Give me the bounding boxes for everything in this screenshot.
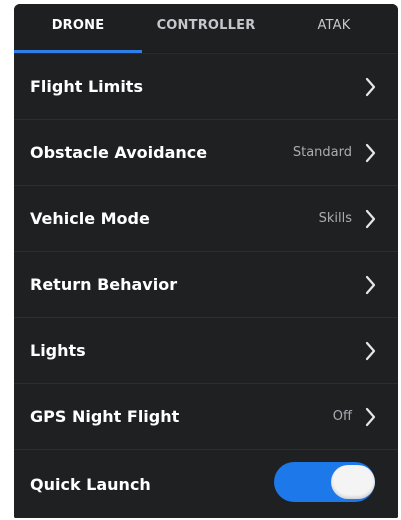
quick-launch-toggle[interactable]: [274, 462, 375, 502]
chevron-right-icon: [365, 209, 376, 229]
row-label: GPS Night Flight: [30, 407, 180, 426]
row-label: Obstacle Avoidance: [30, 143, 208, 162]
row-label: Return Behavior: [30, 275, 178, 294]
settings-row-quick-launch: Quick Launch: [14, 450, 398, 518]
tab-controller[interactable]: CONTROLLER: [142, 4, 270, 52]
settings-row-gps-night-flight[interactable]: GPS Night Flight Off: [14, 384, 398, 449]
settings-panel: DRONE CONTROLLER ATAK Flight Limits Obst…: [14, 4, 398, 518]
row-label: Lights: [30, 341, 86, 360]
chevron-right-icon: [365, 77, 376, 97]
settings-row-flight-limits[interactable]: Flight Limits: [14, 54, 398, 119]
row-label: Flight Limits: [30, 77, 143, 96]
chevron-right-icon: [365, 275, 376, 295]
settings-row-vehicle-mode[interactable]: Vehicle Mode Skills: [14, 186, 398, 251]
row-value: Skills: [318, 211, 352, 226]
tab-atak[interactable]: ATAK: [270, 4, 398, 52]
chevron-right-icon: [365, 341, 376, 361]
settings-row-return-behavior[interactable]: Return Behavior: [14, 252, 398, 317]
chevron-right-icon: [365, 143, 376, 163]
settings-row-obstacle-avoidance[interactable]: Obstacle Avoidance Standard: [14, 120, 398, 185]
settings-row-lights[interactable]: Lights: [14, 318, 398, 383]
chevron-right-icon: [365, 407, 376, 427]
row-label: Quick Launch: [30, 475, 151, 494]
row-label: Vehicle Mode: [30, 209, 150, 228]
toggle-knob: [331, 465, 375, 499]
tab-bar: DRONE CONTROLLER ATAK: [14, 4, 398, 53]
row-value: Off: [332, 409, 352, 424]
row-value: Standard: [292, 145, 352, 160]
tab-drone[interactable]: DRONE: [14, 4, 142, 52]
